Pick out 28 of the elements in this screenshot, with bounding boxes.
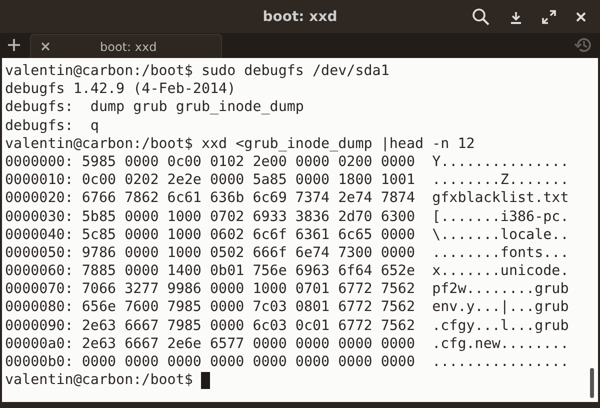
terminal-line: valentin@carbon:/boot$ bbox=[5, 371, 194, 390]
terminal-line: 0000030: 5b85 0000 1000 0702 6933 3836 2d70 6300 [.......i386-pc. bbox=[5, 208, 569, 226]
terminal-line: 0000090: 2e63 6667 7985 0000 6c03 0c01 6772 7562 .cfgy...l...grub bbox=[5, 316, 569, 335]
terminal-line: 0000080: 656e 7600 7985 0000 7c03 0801 6772 7562 env.y...|...grub bbox=[5, 298, 569, 317]
terminal-line: 0000060: 7885 0000 1400 0b01 756e 6963 6f64 652e x.......unicode. bbox=[5, 262, 569, 280]
tab-label: boot: xxd bbox=[100, 40, 157, 54]
new-tab-icon[interactable] bbox=[8, 39, 20, 51]
terminal-line: 0000070: 7066 3277 9986 0000 1000 0701 6772 7562 pf2w........grub bbox=[5, 280, 569, 298]
terminal-line: debugfs: dump grub grub_inode_dump bbox=[5, 98, 304, 117]
terminal-line: 0000020: 6766 7862 6c61 636b 6c69 7374 2e74 7874 gfxblacklist.txt bbox=[5, 189, 569, 208]
terminal-line: valentin@carbon:/boot$ sudo debugfs /dev/sda1 bbox=[5, 62, 390, 80]
terminal-line: debugfs: q bbox=[5, 116, 99, 135]
terminal-line: debugfs 1.42.9 (4-Feb-2014) bbox=[5, 80, 236, 98]
terminal-line: 0000050: 9786 0000 1000 0502 666f 6e74 7300 0000 ........fonts... bbox=[5, 244, 569, 262]
terminal-tab[interactable]: boot: xxd bbox=[30, 34, 222, 58]
history-icon[interactable] bbox=[574, 36, 592, 54]
terminal-line: 00000a0: 2e63 6667 2e6e 6577 0000 0000 0000 0000 .cfg.new........ bbox=[5, 334, 569, 354]
window-title: boot: xxd bbox=[262, 8, 338, 24]
search-icon[interactable] bbox=[472, 8, 490, 26]
terminal-line: 00000b0: 0000 0000 0000 0000 0000 0000 0000 0000 ................ bbox=[5, 353, 569, 372]
terminal-line: 0000000: 5985 0000 0c00 0102 2e00 0000 0200 0000 Y............... bbox=[5, 152, 569, 172]
maximize-icon[interactable] bbox=[542, 10, 556, 24]
close-icon[interactable] bbox=[576, 12, 586, 22]
terminal-line: 0000010: 0c00 0202 2e2e 0000 5a85 0000 1800 1001 ........Z....... bbox=[5, 171, 569, 190]
download-icon[interactable] bbox=[510, 10, 522, 24]
terminal-line: 0000040: 5c85 0000 1000 0602 6c6f 6361 6c65 0000 \.......locale.. bbox=[5, 226, 569, 244]
close-tab-icon[interactable] bbox=[41, 42, 50, 51]
terminal-line: valentin@carbon:/boot$ xxd <grub_inode_dump |head -n 12 bbox=[5, 134, 475, 153]
